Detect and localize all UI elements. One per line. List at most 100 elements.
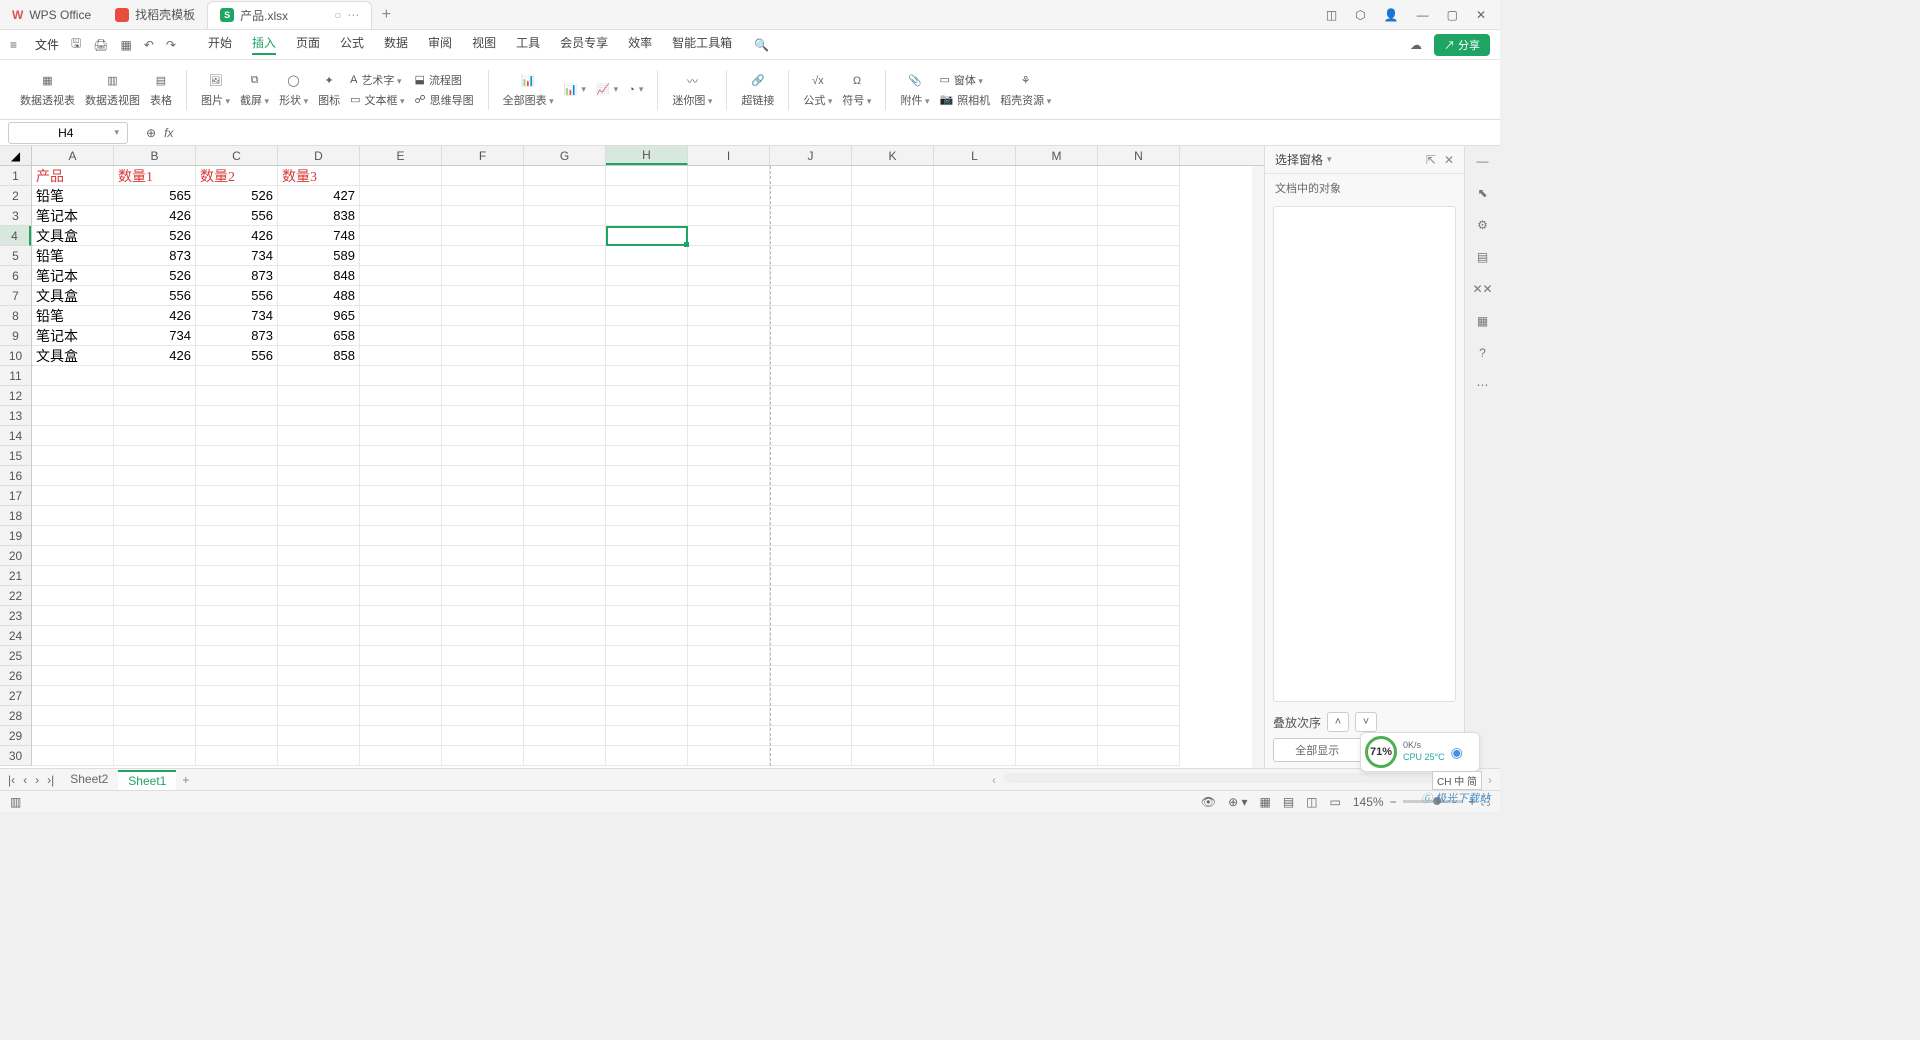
cell[interactable]: 427 [278, 186, 360, 206]
cell[interactable]: 笔记本 [32, 266, 114, 286]
sheet-last-button[interactable]: ›| [47, 773, 54, 787]
cell[interactable] [360, 246, 442, 266]
row-header[interactable]: 9 [0, 326, 31, 346]
cell[interactable] [1016, 466, 1098, 486]
cell[interactable] [32, 666, 114, 686]
cell[interactable] [114, 546, 196, 566]
cell[interactable] [442, 486, 524, 506]
cell[interactable] [688, 306, 770, 326]
menu-item-视图[interactable]: 视图 [472, 34, 496, 55]
cloud-icon[interactable]: ☁ [1410, 38, 1422, 52]
cell[interactable]: 526 [196, 186, 278, 206]
cell[interactable] [688, 346, 770, 366]
add-sheet-button[interactable]: + [182, 773, 189, 787]
ime-indicator[interactable]: CH 中 简 [1432, 771, 1482, 790]
cell[interactable] [688, 286, 770, 306]
cell[interactable] [1098, 646, 1180, 666]
cell[interactable] [442, 746, 524, 766]
cell[interactable] [606, 686, 688, 706]
cell[interactable] [852, 246, 934, 266]
tab-document[interactable]: S 产品.xlsx ○ ⋯ [207, 1, 372, 29]
cell[interactable] [524, 526, 606, 546]
object-button[interactable]: ▭窗体 [939, 72, 990, 88]
cell[interactable] [32, 406, 114, 426]
cell[interactable] [934, 286, 1016, 306]
cell[interactable] [606, 426, 688, 446]
cell[interactable] [360, 386, 442, 406]
cell[interactable] [360, 286, 442, 306]
cell[interactable] [524, 406, 606, 426]
select-all-corner[interactable]: ◢ [0, 146, 32, 165]
cell[interactable] [1098, 726, 1180, 746]
cell[interactable] [442, 166, 524, 186]
show-all-button[interactable]: 全部显示 [1273, 738, 1362, 762]
cell[interactable] [770, 466, 852, 486]
cell[interactable] [114, 426, 196, 446]
cell[interactable]: 铅笔 [32, 186, 114, 206]
cell[interactable]: 658 [278, 326, 360, 346]
cell[interactable] [852, 366, 934, 386]
row-header[interactable]: 21 [0, 566, 31, 586]
cell[interactable] [770, 626, 852, 646]
cell[interactable]: 734 [196, 246, 278, 266]
row-header[interactable]: 8 [0, 306, 31, 326]
cell[interactable] [442, 606, 524, 626]
cell[interactable] [852, 206, 934, 226]
sheet-prev-button[interactable]: ‹ [23, 773, 27, 787]
horizontal-scrollbar[interactable] [1004, 773, 1480, 783]
cell[interactable] [442, 306, 524, 326]
cell[interactable] [1016, 526, 1098, 546]
cell[interactable]: 873 [114, 246, 196, 266]
cell[interactable] [360, 226, 442, 246]
cell[interactable] [278, 686, 360, 706]
cell[interactable] [278, 366, 360, 386]
cell[interactable] [688, 746, 770, 766]
cell[interactable] [852, 226, 934, 246]
cell[interactable] [1016, 446, 1098, 466]
cell[interactable] [852, 386, 934, 406]
col-header-C[interactable]: C [196, 146, 278, 165]
pivot-chart-button[interactable]: ▥数据透视图 [85, 72, 140, 108]
cell[interactable] [770, 266, 852, 286]
cell[interactable] [442, 206, 524, 226]
cell[interactable] [360, 486, 442, 506]
cell[interactable] [770, 606, 852, 626]
hyperlink-button[interactable]: 🔗超链接 [741, 72, 774, 108]
redo-icon[interactable]: ↷ [166, 38, 176, 52]
cell[interactable] [770, 586, 852, 606]
cell[interactable] [606, 546, 688, 566]
cell[interactable] [1098, 526, 1180, 546]
row-header[interactable]: 19 [0, 526, 31, 546]
cell[interactable] [852, 286, 934, 306]
cell[interactable] [442, 666, 524, 686]
text-box-button[interactable]: ▭文本框 [350, 92, 404, 108]
cell[interactable] [1016, 166, 1098, 186]
cell[interactable] [360, 406, 442, 426]
col-header-M[interactable]: M [1016, 146, 1098, 165]
col-header-I[interactable]: I [688, 146, 770, 165]
row-header[interactable]: 29 [0, 726, 31, 746]
cell[interactable] [524, 306, 606, 326]
cell[interactable] [688, 486, 770, 506]
cell[interactable] [606, 306, 688, 326]
cell[interactable] [1016, 566, 1098, 586]
scroll-right-icon[interactable]: › [1488, 773, 1492, 787]
cell[interactable] [442, 506, 524, 526]
cell[interactable] [852, 466, 934, 486]
cell[interactable] [606, 366, 688, 386]
cell[interactable] [770, 286, 852, 306]
cell[interactable] [934, 446, 1016, 466]
cell[interactable] [278, 726, 360, 746]
cell[interactable] [196, 586, 278, 606]
chevron-down-icon[interactable]: ▾ [1327, 154, 1332, 165]
undo-icon[interactable]: ↶ [144, 38, 154, 52]
cell[interactable] [934, 206, 1016, 226]
cell[interactable] [770, 526, 852, 546]
cell[interactable] [360, 446, 442, 466]
cell[interactable] [606, 226, 688, 246]
cell[interactable] [524, 426, 606, 446]
cell[interactable] [442, 686, 524, 706]
cell[interactable] [196, 686, 278, 706]
cell[interactable] [934, 226, 1016, 246]
sheet-next-button[interactable]: › [35, 773, 39, 787]
